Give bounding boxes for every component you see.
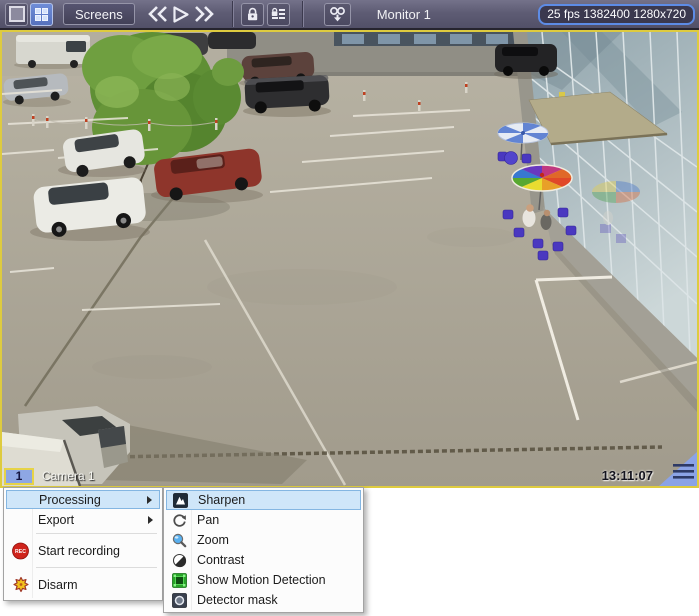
surveillance-app-window: { "toolbar": { "screens_button": "Screen… [0, 0, 699, 616]
submenu-item-detector-mask[interactable]: Detector mask [166, 590, 361, 610]
processing-submenu: Sharpen Pan Zoom Contrast [163, 487, 364, 613]
previous-screens-icon[interactable] [147, 2, 170, 26]
submenu-item-zoom[interactable]: Zoom [166, 530, 361, 550]
svg-text:REC: REC [15, 549, 26, 555]
lock-icon [245, 7, 260, 22]
camera-context-menu: Processing Export REC Start recording Di… [3, 487, 163, 601]
pan-icon [171, 512, 187, 528]
submenu-item-show-motion-detection[interactable]: Show Motion Detection [166, 570, 361, 590]
camera-number-badge[interactable]: 1 [4, 468, 34, 485]
detector-mask-icon [171, 592, 187, 608]
menu-separator [36, 567, 157, 568]
menu-separator [36, 533, 157, 534]
camera-video-frame [2, 32, 697, 486]
zoom-icon [171, 532, 187, 548]
dark-suv-by-building [495, 44, 557, 76]
camera-name-label: Camera 1 [42, 469, 95, 483]
camera-tile[interactable]: 1 Camera 1 13:11:07 [0, 30, 699, 488]
submenu-arrow-icon [148, 516, 153, 524]
submenu-arrow-icon [147, 496, 152, 504]
stream-stats-badge: 25 fps 1382400 1280x720 [538, 4, 695, 25]
submenu-item-sharpen[interactable]: Sharpen [166, 490, 361, 510]
toolbar-separator [232, 1, 234, 27]
menu-item-start-recording[interactable]: REC Start recording [6, 537, 160, 564]
sharpen-icon [172, 492, 188, 508]
submenu-item-pan[interactable]: Pan [166, 510, 361, 530]
quad-screen-button[interactable] [30, 3, 53, 26]
archive-button[interactable] [324, 3, 351, 26]
contrast-icon [171, 552, 187, 568]
arm-button[interactable] [241, 3, 264, 26]
menu-item-disarm[interactable]: Disarm [6, 571, 160, 598]
screens-button[interactable]: Screens [63, 3, 135, 25]
archive-group [324, 3, 351, 26]
play-scroll-icon[interactable] [170, 2, 193, 26]
main-toolbar: Screens [0, 0, 699, 30]
arm-list-button[interactable] [267, 3, 290, 26]
next-screens-icon[interactable] [193, 2, 216, 26]
submenu-item-contrast[interactable]: Contrast [166, 550, 361, 570]
disarm-icon [12, 576, 29, 593]
arming-group [241, 3, 290, 26]
lock-list-icon [270, 7, 286, 22]
timestamp-label: 13:11:07 [602, 468, 653, 483]
film-reels-download-icon [329, 6, 346, 23]
single-screen-icon [9, 6, 25, 22]
menu-item-export[interactable]: Export [6, 509, 160, 530]
toolbar-separator [302, 1, 304, 27]
white-van [16, 35, 90, 68]
monitor-navigation [147, 2, 216, 26]
single-screen-button[interactable] [5, 3, 28, 26]
motion-detection-icon [171, 572, 187, 588]
monitor-title: Monitor 1 [377, 7, 431, 22]
menu-item-processing[interactable]: Processing [6, 490, 160, 509]
record-icon: REC [12, 542, 29, 559]
tile-menu-grip[interactable] [659, 452, 697, 486]
quad-screen-icon [35, 8, 48, 21]
